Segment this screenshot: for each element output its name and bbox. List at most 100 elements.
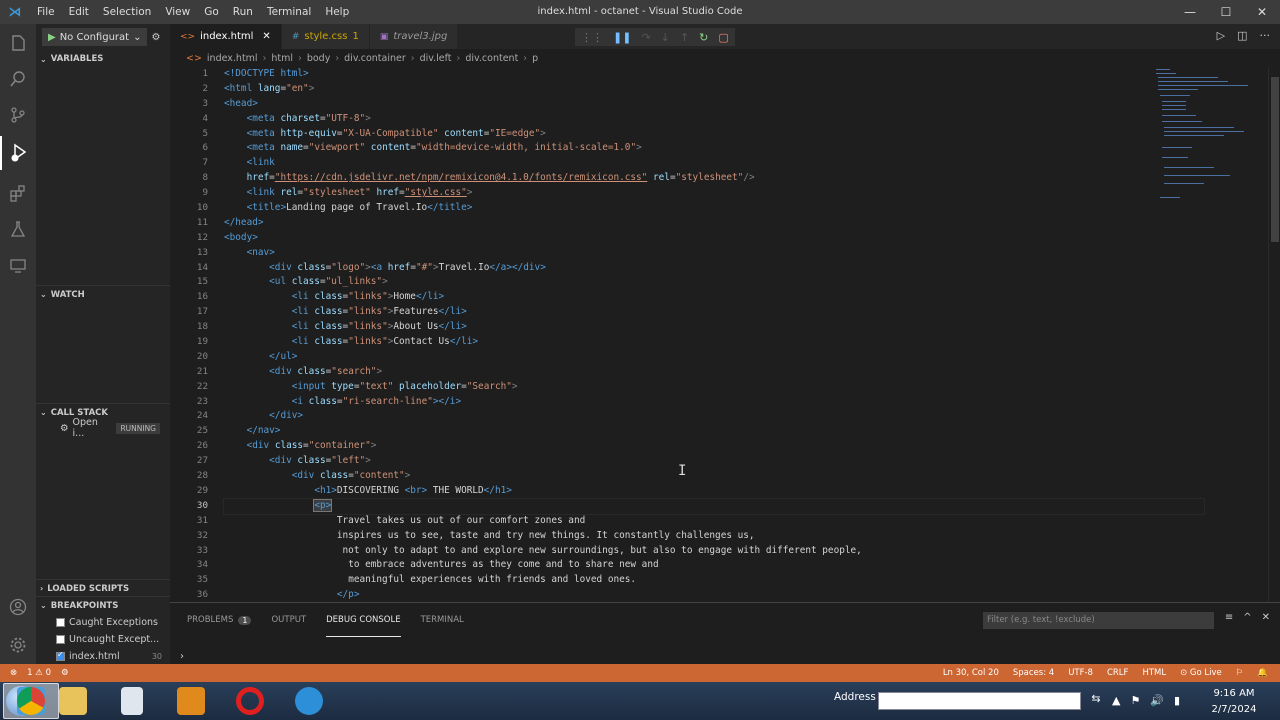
breadcrumb-item[interactable]: index.html — [207, 53, 258, 64]
more-actions-icon[interactable]: ··· — [1260, 29, 1271, 42]
variables-section[interactable]: ⌄ VARIABLES — [36, 50, 170, 68]
step-out-icon[interactable]: ↑ — [680, 31, 689, 44]
pause-icon[interactable]: ❚❚ — [613, 31, 631, 44]
close-panel-icon[interactable]: ✕ — [1262, 612, 1270, 623]
loaded-scripts-section[interactable]: › LOADED SCRIPTS — [36, 579, 170, 597]
run-icon[interactable]: ▷ — [1217, 29, 1225, 42]
feedback-icon[interactable]: ⚐ — [1236, 668, 1244, 678]
taskbar-app[interactable] — [104, 683, 160, 719]
clear-console-icon[interactable]: ≡ — [1225, 612, 1233, 623]
search-icon[interactable] — [0, 62, 36, 96]
breadcrumb-item[interactable]: div.content — [465, 53, 518, 64]
checkbox-checked[interactable] — [56, 650, 65, 661]
run-debug-icon[interactable] — [0, 136, 36, 170]
minimap[interactable] — [1156, 67, 1256, 212]
address-input[interactable] — [878, 692, 1081, 710]
close-icon[interactable]: ✕ — [262, 31, 270, 42]
taskbar-chrome-2[interactable] — [3, 683, 59, 719]
extensions-icon[interactable] — [0, 176, 36, 210]
go-arrow-icon[interactable]: ⇆ — [1085, 692, 1107, 710]
breakpoint-uncaught[interactable]: Uncaught Except... — [36, 631, 170, 647]
split-editor-icon[interactable]: ◫ — [1237, 29, 1247, 42]
clock-date: 2/7/2024 — [1211, 704, 1257, 715]
code-line: <meta charset="UTF-8"> — [246, 112, 371, 124]
testing-icon[interactable] — [0, 212, 36, 246]
breadcrumb-item[interactable]: p — [532, 53, 538, 64]
go-live-button[interactable]: ⊙ Go Live — [1180, 668, 1222, 678]
breakpoints-section[interactable]: ⌄ BREAKPOINTS — [36, 596, 170, 614]
show-hidden-icons-icon[interactable]: ▲ — [1112, 694, 1120, 707]
code-editor[interactable]: 1 2 3 4 5 6 7 8 9 10 11 12 13 14 15 16 1… — [170, 67, 1280, 602]
tab-index-html[interactable]: <> index.html ✕ — [170, 24, 282, 49]
menu-file[interactable]: File — [30, 0, 62, 24]
restart-icon[interactable]: ↻ — [699, 31, 708, 44]
vertical-scrollbar[interactable] — [1268, 67, 1280, 602]
breadcrumb-item[interactable]: div.left — [420, 53, 452, 64]
breakpoint-caught[interactable]: Caught Exceptions — [36, 614, 170, 630]
breadcrumb-item[interactable]: html — [271, 53, 293, 64]
network-signal-icon[interactable]: ▮ — [1174, 694, 1180, 707]
line-number: 3 — [202, 97, 208, 109]
filter-input[interactable]: Filter (e.g. text, !exclude) — [983, 612, 1214, 629]
menu-run[interactable]: Run — [226, 0, 260, 24]
debug-config-select[interactable]: ▶ No Configurat ⌄ — [42, 28, 148, 46]
menu-view[interactable]: View — [158, 0, 197, 24]
volume-icon[interactable]: 🔊 — [1150, 694, 1164, 707]
minimize-icon[interactable]: — — [1172, 0, 1208, 24]
debug-status-icon[interactable]: ⚙ — [61, 668, 69, 678]
taskbar-ie[interactable] — [281, 683, 337, 719]
breadcrumb-item[interactable]: div.container — [344, 53, 406, 64]
gear-icon[interactable] — [0, 628, 36, 662]
code-line: </nav> — [246, 425, 281, 437]
internet-explorer-icon — [295, 687, 323, 715]
settings-gear-icon[interactable]: ⚙ — [151, 32, 160, 43]
end-of-line[interactable]: CRLF — [1107, 668, 1128, 678]
maximize-panel-icon[interactable]: ^ — [1243, 612, 1251, 623]
tab-terminal[interactable]: TERMINAL — [421, 603, 464, 637]
remote-indicator-icon[interactable]: ⊗ — [10, 668, 17, 678]
tab-debug-console[interactable]: DEBUG CONSOLE — [326, 603, 401, 637]
play-icon[interactable]: ▶ — [48, 32, 56, 43]
chevron-right-icon: › — [40, 584, 44, 593]
breadcrumb-item[interactable]: body — [307, 53, 331, 64]
tab-travel3-jpg[interactable]: ▣ travel3.jpg — [369, 24, 459, 49]
remote-explorer-icon[interactable] — [0, 248, 36, 282]
menu-help[interactable]: Help — [318, 0, 356, 24]
encoding[interactable]: UTF-8 — [1068, 668, 1093, 678]
step-into-icon[interactable]: ↓ — [661, 31, 670, 44]
tab-output[interactable]: OUTPUT — [271, 603, 306, 637]
tab-problems[interactable]: PROBLEMS 1 — [187, 603, 252, 637]
indentation[interactable]: Spaces: 4 — [1013, 668, 1054, 678]
language-mode[interactable]: HTML — [1142, 668, 1166, 678]
scrollbar-thumb[interactable] — [1271, 77, 1279, 242]
close-icon[interactable]: ✕ — [1244, 0, 1280, 24]
menu-go[interactable]: Go — [197, 0, 226, 24]
accounts-icon[interactable] — [0, 590, 36, 624]
source-control-icon[interactable] — [0, 98, 36, 132]
taskbar-opera[interactable] — [222, 683, 278, 719]
checkbox[interactable] — [56, 617, 65, 627]
breakpoint-label: Caught Exceptions — [69, 616, 158, 628]
call-stack-item[interactable]: ⚙ Open i... RUNNING — [36, 417, 170, 439]
code-line: <li class="links">Home</li> — [291, 291, 445, 303]
menu-edit[interactable]: Edit — [62, 0, 96, 24]
errors-count[interactable]: 1 ⚠ 0 — [27, 668, 51, 678]
maximize-icon[interactable]: ☐ — [1208, 0, 1244, 24]
code-line: <link rel="stylesheet" href="style.css"> — [246, 187, 473, 199]
tab-style-css[interactable]: # style.css 1 — [281, 24, 370, 49]
watch-section[interactable]: ⌄ WATCH — [36, 285, 170, 303]
stop-icon[interactable]: ▢ — [718, 31, 728, 44]
drag-handle-icon[interactable]: ⋮⋮ — [581, 31, 603, 44]
cursor-position[interactable]: Ln 30, Col 20 — [943, 668, 999, 678]
taskbar-media[interactable] — [163, 683, 219, 719]
console-prompt-chevron-icon[interactable]: › — [180, 651, 184, 662]
notifications-icon[interactable]: 🔔 — [1257, 668, 1268, 678]
breakpoint-index[interactable]: index.html 30 — [36, 648, 170, 664]
menu-selection[interactable]: Selection — [96, 0, 158, 24]
action-center-icon[interactable]: ⚑ — [1130, 694, 1140, 707]
explorer-icon[interactable] — [0, 26, 36, 60]
step-over-icon[interactable]: ↷ — [641, 31, 650, 44]
system-clock[interactable]: 9:16 AM 2/7/2024 — [1203, 686, 1265, 718]
menu-terminal[interactable]: Terminal — [260, 0, 318, 24]
checkbox[interactable] — [56, 634, 65, 644]
